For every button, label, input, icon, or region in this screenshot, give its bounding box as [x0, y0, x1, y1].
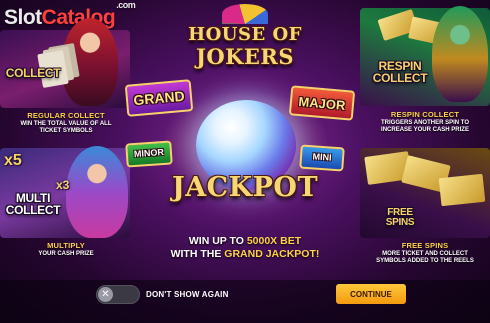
- continue-button[interactable]: CONTINUE: [336, 284, 406, 304]
- ticket-illustration: [438, 173, 486, 207]
- regular-collect-title: REGULAR COLLECT: [27, 111, 105, 120]
- regular-collect-description: WIN THE TOTAL VALUE OF ALL TICKET SYMBOL…: [4, 121, 128, 135]
- jackpot-title: JACKPOT: [171, 172, 319, 203]
- respin-collect-title: RESPIN COLLECT: [390, 110, 460, 119]
- respin-collect-symbol-label: RESPIN COLLECT: [368, 60, 432, 84]
- respin-collect-description: TRIGGERS ANOTHER SPIN TO INCREASE YOUR C…: [362, 120, 488, 134]
- description-line: SYMBOLS ADDED TO THE REELS: [376, 257, 474, 264]
- free-spins-description: MORE TICKET AND COLLECT SYMBOLS ADDED TO…: [362, 251, 488, 265]
- spins-word: SPINS: [385, 217, 415, 228]
- game-logo-line1: HOUSE OF: [188, 24, 302, 45]
- major-jackpot-badge: MAJOR: [288, 85, 356, 121]
- win-up-to-text: WIN UP TO 5000X BET: [150, 235, 340, 247]
- collect-symbol-label: COLLECT: [5, 66, 61, 80]
- free-spins-symbol-label: FREE SPINS: [372, 208, 428, 228]
- multi-collect-symbol-label: MULTI COLLECT: [0, 192, 66, 216]
- collect-word: COLLECT: [5, 203, 61, 217]
- multiplier-x3: x3: [56, 178, 70, 192]
- mini-jackpot-badge: MINI: [299, 144, 345, 172]
- watermark-suffix: .com: [116, 0, 136, 10]
- description-line: INCREASE YOUR CASH PRIZE: [381, 126, 469, 133]
- watermark-logo: SlotCatalog.com: [4, 0, 136, 30]
- jester-illustration-red: [62, 18, 118, 106]
- game-logo-line2: JOKERS: [195, 44, 295, 69]
- jester-hat-icon: [222, 4, 268, 24]
- dont-show-again-label: DON'T SHOW AGAIN: [146, 290, 229, 299]
- description-line: MORE TICKET AND COLLECT: [382, 251, 468, 257]
- win-prefix: WIN UP TO: [188, 235, 247, 247]
- grand-jackpot-text: WITH THE GRAND JACKPOT!: [150, 248, 340, 260]
- bottom-bar: [0, 280, 490, 323]
- x-icon[interactable]: ✕: [98, 287, 113, 302]
- grand-jackpot-badge: GRAND: [124, 79, 194, 117]
- description-line: YOUR CASH PRIZE: [38, 251, 94, 257]
- jester-illustration-green: [432, 6, 488, 102]
- minor-jackpot-badge: MINOR: [125, 140, 173, 168]
- multiplier-x5: x5: [4, 152, 22, 169]
- grand-jackpot-highlight: GRAND JACKPOT!: [224, 248, 320, 260]
- description-line: TICKET SYMBOLS: [39, 127, 93, 134]
- collect-word: COLLECT: [372, 71, 428, 85]
- multiply-title: MULTIPLY: [47, 241, 85, 250]
- description-line: TRIGGERS ANOTHER SPIN TO: [380, 120, 469, 126]
- description-line: WIN THE TOTAL VALUE OF ALL: [20, 121, 112, 127]
- watermark-part1: Slot: [4, 6, 42, 29]
- multiply-description: YOUR CASH PRIZE: [4, 251, 128, 258]
- with-the-prefix: WITH THE: [170, 248, 225, 260]
- win-amount: 5000X BET: [246, 235, 302, 247]
- free-spins-title: FREE SPINS: [401, 241, 449, 250]
- jester-illustration-blue: [66, 146, 128, 238]
